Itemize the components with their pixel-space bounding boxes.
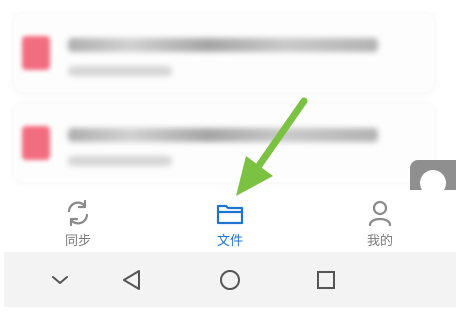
file-list-item[interactable] (14, 14, 434, 92)
document-icon (22, 36, 50, 70)
tab-files-label: 文件 (216, 234, 243, 249)
file-title-blurred (68, 128, 378, 142)
system-navigation-bar (4, 252, 456, 307)
chevron-down-icon (52, 276, 68, 284)
tab-mine-label: 我的 (366, 234, 393, 249)
folder-icon (216, 204, 244, 225)
nav-back-button[interactable] (118, 266, 146, 294)
file-meta-blurred (68, 66, 172, 76)
recents-square-icon (317, 271, 335, 289)
tab-sync-label: 同步 (64, 234, 91, 249)
sync-icon (67, 199, 89, 227)
file-title-blurred (68, 38, 378, 52)
file-list-item[interactable] (14, 104, 434, 182)
file-list (0, 0, 461, 190)
bottom-tab-bar: 同步 文件 我的 (0, 190, 461, 252)
tab-sync[interactable]: 同步 (28, 190, 128, 252)
nav-collapse-button[interactable] (46, 266, 74, 294)
nav-recents-button[interactable] (312, 266, 340, 294)
file-meta-blurred (68, 156, 172, 166)
tab-files[interactable]: 文件 (180, 190, 280, 252)
back-triangle-icon (123, 270, 140, 290)
person-icon (368, 200, 392, 227)
document-icon (22, 126, 50, 160)
home-circle-icon (220, 270, 240, 290)
nav-home-button[interactable] (216, 266, 244, 294)
tab-mine[interactable]: 我的 (330, 190, 430, 252)
